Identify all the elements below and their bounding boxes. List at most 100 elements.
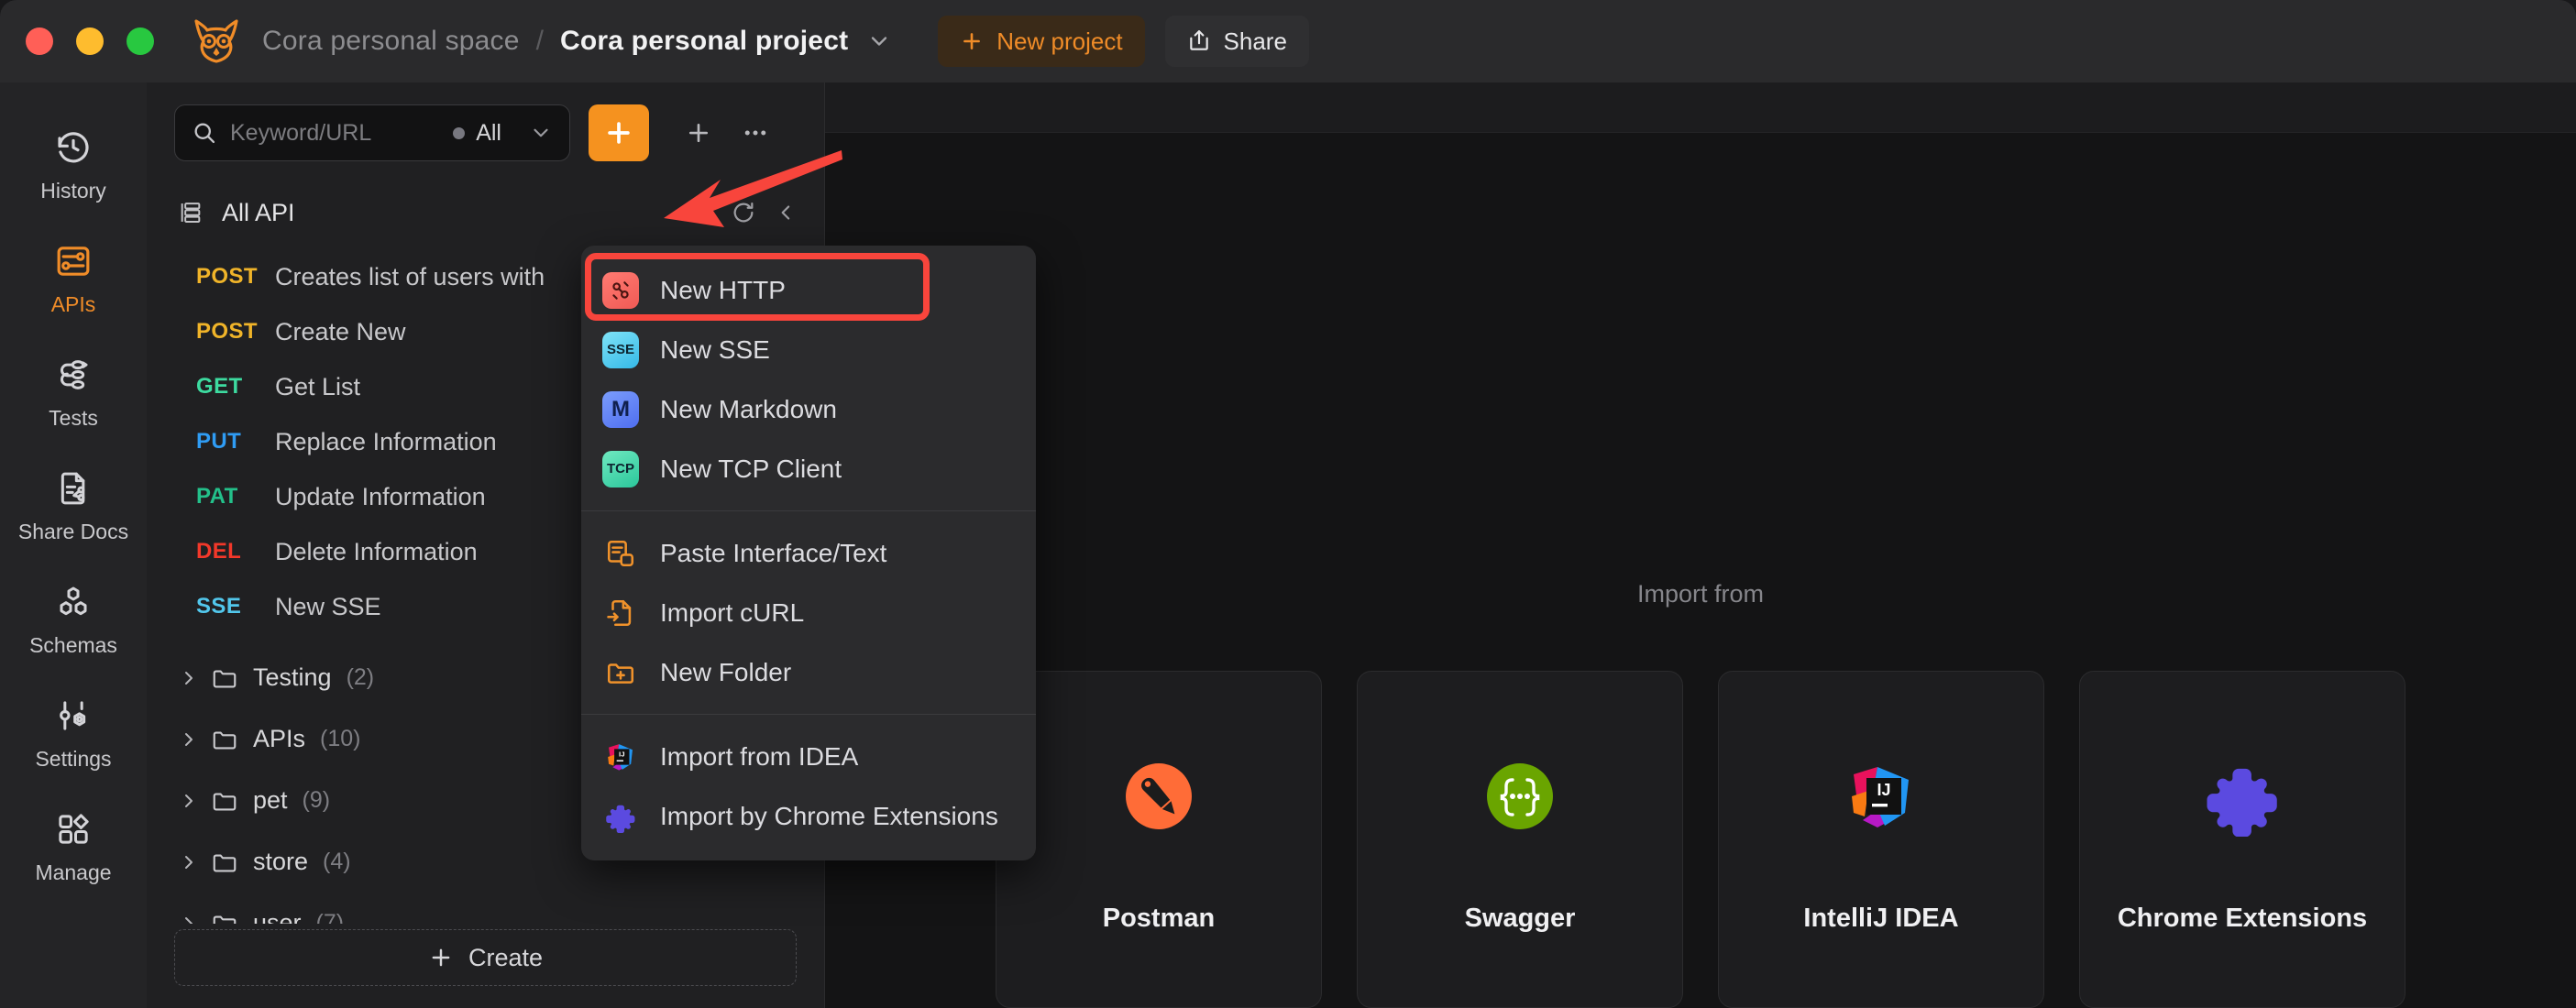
menu-item-label: New TCP Client — [660, 454, 842, 483]
scope-dot-icon — [453, 126, 466, 139]
new-project-button[interactable]: New project — [938, 16, 1145, 67]
sidebar-item-label: Share Docs — [17, 519, 129, 543]
sidebar-item-tests[interactable]: Tests — [0, 335, 147, 449]
schemas-icon — [53, 582, 94, 622]
import-card-chrome-extensions[interactable]: Chrome Extensions — [2079, 671, 2405, 1008]
menu-item-label: New Markdown — [660, 394, 837, 423]
maximize-window-button[interactable] — [127, 27, 154, 55]
share-icon — [1189, 30, 1208, 50]
tcp-badge-icon: TCP — [601, 450, 640, 488]
folder-name: pet — [253, 786, 288, 814]
http-method: POST — [196, 319, 258, 344]
app-body: History APIs Tests Share Docs Schemas Se… — [0, 82, 2576, 1008]
http-badge-icon — [601, 271, 640, 310]
create-new-menu: New HTTP SSE New SSE M New Markdown TCP … — [581, 246, 1036, 860]
sidebar-item-label: Settings — [35, 746, 112, 771]
owl-logo-icon — [191, 17, 242, 65]
puzzle-piece-icon — [601, 797, 640, 836]
manage-icon — [53, 809, 94, 849]
menu-item-new-folder[interactable]: New Folder — [581, 642, 1036, 702]
close-window-button[interactable] — [26, 27, 53, 55]
sidebar-item-label: History — [40, 178, 106, 203]
plus-icon — [963, 33, 981, 49]
http-method: PAT — [196, 484, 238, 509]
folder-icon — [211, 664, 253, 692]
import-from-label: Import from — [1636, 580, 1765, 608]
history-icon — [53, 127, 94, 168]
add-new-button[interactable] — [589, 104, 649, 161]
menu-item-import-from-idea[interactable]: IJ Import from IDEA — [581, 727, 1036, 786]
chevron-right-icon[interactable] — [178, 729, 211, 751]
search-input[interactable]: Keyword/URL All — [174, 104, 570, 161]
menu-item-new-http[interactable]: New HTTP — [581, 260, 1036, 320]
folder-icon — [211, 849, 253, 876]
folder-icon — [211, 910, 253, 924]
menu-item-new-sse[interactable]: SSE New SSE — [581, 320, 1036, 379]
sidebar-item-settings[interactable]: Settings — [0, 676, 147, 790]
tab-bar — [825, 82, 2576, 133]
refresh-icon[interactable] — [731, 200, 756, 225]
puzzle-piece-icon — [2202, 746, 2283, 847]
menu-item-new-tcp-client[interactable]: TCP New TCP Client — [581, 439, 1036, 499]
apis-icon — [53, 241, 94, 281]
sidebar-item-label: Schemas — [29, 632, 117, 657]
sidebar-item-label: Tests — [49, 405, 98, 430]
add-small-button[interactable] — [680, 115, 717, 151]
more-options-button[interactable] — [737, 115, 774, 151]
collapse-icon[interactable] — [775, 201, 798, 225]
chevron-right-icon[interactable] — [178, 913, 211, 924]
settings-icon — [53, 696, 94, 736]
card-label: Chrome Extensions — [2117, 903, 2368, 933]
import-card-intellij-idea[interactable]: IJ IntelliJ IDEA — [1718, 671, 2044, 1008]
search-placeholder: Keyword/URL — [230, 119, 372, 146]
minimize-window-button[interactable] — [76, 27, 104, 55]
swagger-icon — [1480, 746, 1560, 847]
scope-label: All — [476, 119, 501, 146]
tests-icon — [53, 355, 94, 395]
create-label: Create — [468, 943, 544, 971]
plus-icon — [608, 122, 630, 144]
folder-name: APIs — [253, 725, 306, 752]
chevron-right-icon[interactable] — [178, 851, 211, 873]
list-item[interactable]: user (7) — [147, 893, 824, 924]
breadcrumb-project[interactable]: Cora personal project — [560, 26, 848, 57]
menu-item-import-curl[interactable]: Import cURL — [581, 583, 1036, 642]
share-button[interactable]: Share — [1164, 16, 1309, 67]
menu-item-new-markdown[interactable]: M New Markdown — [581, 379, 1036, 439]
plus-icon — [688, 123, 709, 143]
folder-count: (10) — [320, 726, 361, 751]
import-card-postman[interactable]: Postman — [996, 671, 1322, 1008]
sidebar-item-history[interactable]: History — [0, 108, 147, 222]
menu-item-import-by-chrome-extensions[interactable]: Import by Chrome Extensions — [581, 786, 1036, 846]
sidebar-item-share-docs[interactable]: Share Docs — [0, 449, 147, 563]
menu-item-label: Paste Interface/Text — [660, 538, 887, 567]
http-method: PUT — [196, 429, 242, 454]
menu-item-label: Import from IDEA — [660, 741, 859, 771]
folder-icon — [211, 787, 253, 815]
create-button[interactable]: Create — [174, 929, 797, 986]
tree-header: All API — [147, 183, 824, 242]
chevron-right-icon[interactable] — [178, 790, 211, 812]
sidebar-item-apis[interactable]: APIs — [0, 222, 147, 335]
import-card-swagger[interactable]: Swagger — [1357, 671, 1683, 1008]
share-label: Share — [1223, 27, 1287, 55]
sidebar-item-manage[interactable]: Manage — [0, 790, 147, 904]
chevron-right-icon[interactable] — [178, 667, 211, 689]
folder-name: Testing — [253, 663, 332, 691]
panel-toolbar: Keyword/URL All — [147, 82, 824, 183]
app-window: Cora personal space / Cora personal proj… — [0, 0, 2576, 1008]
folder-count: (4) — [323, 849, 351, 874]
menu-item-paste-interface-text[interactable]: Paste Interface/Text — [581, 523, 1036, 583]
markdown-badge-icon: M — [601, 390, 640, 429]
sidebar-item-schemas[interactable]: Schemas — [0, 563, 147, 676]
card-label: IntelliJ IDEA — [1803, 903, 1959, 933]
search-scope-select[interactable]: All — [453, 120, 553, 147]
breadcrumb-separator: / — [535, 26, 544, 56]
breadcrumb-space[interactable]: Cora personal space — [262, 26, 520, 57]
svg-text:IJ: IJ — [1877, 781, 1890, 799]
left-rail: History APIs Tests Share Docs Schemas Se… — [0, 82, 147, 1008]
chevron-down-icon[interactable] — [866, 28, 892, 54]
folder-name: store — [253, 848, 309, 875]
traffic-lights — [26, 27, 154, 55]
chevron-down-icon — [529, 121, 553, 145]
